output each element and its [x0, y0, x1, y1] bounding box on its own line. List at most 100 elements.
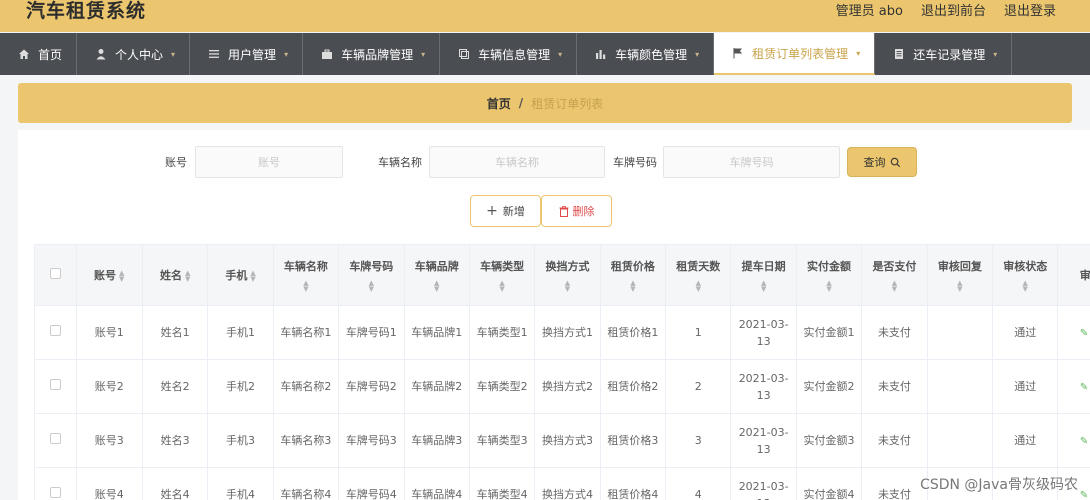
table-cell: 车辆品牌4: [403, 467, 470, 500]
front-page-link[interactable]: 退出到前台: [921, 0, 986, 19]
cell-value: 未支付: [877, 434, 911, 447]
edit-icon: ✎: [1079, 327, 1089, 339]
column-header[interactable]: 账号 ▲ ▼: [75, 244, 143, 306]
column-header[interactable]: 车辆名称 ▲ ▼: [272, 244, 340, 306]
nav-item-2[interactable]: 用户管理 ▾: [190, 33, 304, 75]
column-header-label: 审核: [1079, 269, 1090, 282]
table-cell: 姓名1: [141, 305, 209, 360]
nav-item-4[interactable]: 车辆信息管理 ▾: [440, 33, 578, 75]
nav-item-6[interactable]: 租赁订单列表管理 ▾: [714, 33, 876, 75]
cell-value: 账号3: [94, 434, 124, 447]
sort-icon[interactable]: ▲ ▼: [630, 280, 635, 293]
nav-item-label: 首页: [38, 47, 63, 62]
plate-number-search-input[interactable]: [663, 146, 840, 178]
column-header[interactable]: 姓名 ▲ ▼: [141, 244, 209, 306]
sort-icon[interactable]: ▲ ▼: [696, 280, 701, 293]
table-cell: 2021-03-13: [730, 413, 797, 468]
row-checkbox[interactable]: [49, 379, 61, 390]
cell-value: 车牌号码1: [345, 326, 397, 339]
sort-icon[interactable]: ▲ ▼: [250, 270, 255, 283]
column-header[interactable]: 审核回复 ▲ ▼: [926, 244, 994, 306]
sort-icon[interactable]: ▲ ▼: [826, 280, 831, 293]
nav-item-1[interactable]: 个人中心 ▾: [77, 33, 191, 75]
cell-value: 姓名3: [160, 434, 190, 447]
column-header[interactable]: 车牌号码 ▲ ▼: [338, 244, 405, 306]
column-header[interactable]: 车辆类型 ▲ ▼: [468, 244, 536, 306]
admin-user-link[interactable]: 管理员 abo: [836, 0, 903, 19]
bar-chart-icon: [595, 48, 607, 60]
sort-icon[interactable]: ▲ ▼: [565, 280, 570, 293]
cell-value: 实付金额1: [803, 326, 855, 339]
chevron-down-icon: ▾: [993, 49, 998, 59]
nav-item-label: 车辆颜色管理: [615, 47, 688, 62]
add-button[interactable]: + 新增: [470, 195, 541, 227]
query-button-label: 查询: [863, 156, 886, 169]
nav-item-label: 租赁订单列表管理: [752, 46, 849, 61]
review-action[interactable]: ✎ 审: [1080, 382, 1090, 393]
account-search-input[interactable]: [195, 146, 343, 178]
column-header[interactable]: 提车日期 ▲ ▼: [730, 244, 797, 306]
review-action[interactable]: ✎ 审: [1080, 436, 1090, 447]
table-cell: 车辆名称3: [272, 413, 340, 468]
sort-icon[interactable]: ▲ ▼: [761, 280, 766, 293]
sort-icon[interactable]: ▲ ▼: [957, 280, 962, 293]
nav-item-5[interactable]: 车辆颜色管理 ▾: [577, 33, 715, 75]
table-cell: 未支付: [861, 467, 928, 500]
breadcrumb-home[interactable]: 首页: [487, 95, 511, 112]
column-header[interactable]: 是否支付 ▲ ▼: [861, 244, 928, 306]
table-cell: 实付金额1: [795, 305, 863, 360]
sort-icon[interactable]: ▲ ▼: [892, 280, 897, 293]
nav-item-7[interactable]: 还车记录管理 ▾: [875, 33, 1013, 75]
table-cell: 车辆品牌2: [403, 359, 470, 414]
row-select-cell: [34, 413, 77, 468]
delete-button[interactable]: 删除: [541, 195, 612, 227]
chevron-down-icon: ▾: [284, 49, 289, 59]
table-cell: 车辆名称4: [272, 467, 340, 500]
sort-icon[interactable]: ▲ ▼: [119, 270, 124, 283]
trash-icon: [559, 205, 568, 217]
table-row: 账号3 姓名3 手机3 车辆名称3 车牌号码3 车辆品牌3 车辆类型3 换挡方式3 租赁价格3 3…: [34, 413, 1090, 468]
sort-icon[interactable]: ▲ ▼: [185, 270, 190, 283]
search-icon: [890, 157, 900, 167]
sort-icon[interactable]: ▲ ▼: [434, 280, 439, 293]
sort-icon[interactable]: ▲ ▼: [303, 280, 308, 293]
column-header[interactable]: 审核状态 ▲ ▼: [992, 244, 1059, 306]
cell-value: 租赁价格1: [607, 326, 659, 339]
search-form: 账号 车辆名称 车牌号码 查询: [18, 146, 1090, 178]
row-checkbox[interactable]: [49, 325, 61, 336]
review-action[interactable]: ✎ 审: [1080, 490, 1090, 500]
cell-value: 车辆名称2: [280, 380, 332, 393]
column-header-label: 姓名: [159, 269, 182, 282]
table-cell: 通过: [992, 359, 1059, 414]
sort-icon[interactable]: ▲ ▼: [499, 280, 504, 293]
flag-icon: [732, 47, 744, 59]
table-cell: 2: [665, 359, 732, 414]
cell-value: 账号1: [94, 326, 124, 339]
sort-icon[interactable]: ▲ ▼: [1023, 280, 1028, 293]
row-checkbox[interactable]: [49, 433, 61, 444]
column-header-label: 车辆类型: [480, 260, 525, 273]
chevron-down-icon: ▾: [171, 49, 176, 59]
column-header[interactable]: 换挡方式 ▲ ▼: [534, 244, 601, 306]
select-all-checkbox[interactable]: [49, 268, 61, 279]
cell-value: 通过: [1014, 434, 1037, 447]
sort-icon[interactable]: ▲ ▼: [369, 280, 374, 293]
cell-value: 3: [694, 434, 702, 447]
column-header[interactable]: 租赁价格 ▲ ▼: [599, 244, 667, 306]
nav-item-0[interactable]: 首页: [0, 33, 78, 75]
logout-link[interactable]: 退出登录: [1004, 0, 1056, 19]
nav-item-3[interactable]: 车辆品牌管理 ▾: [303, 33, 441, 75]
column-header[interactable]: 实付金额 ▲ ▼: [795, 244, 863, 306]
column-header[interactable]: 手机 ▲ ▼: [207, 244, 274, 306]
review-action[interactable]: ✎ 审: [1080, 328, 1090, 339]
car-name-search-input[interactable]: [429, 146, 605, 178]
cell-value: 换挡方式2: [541, 380, 593, 393]
column-header[interactable]: 租赁天数 ▲ ▼: [665, 244, 732, 306]
table-cell: 车辆类型4: [468, 467, 536, 500]
column-header[interactable]: 车辆品牌 ▲ ▼: [403, 244, 470, 306]
content-panel: 账号 车辆名称 车牌号码 查询 + 新增 删除 账: [18, 130, 1090, 500]
row-checkbox[interactable]: [49, 487, 61, 498]
cell-value: 车辆类型3: [476, 434, 528, 447]
cell-value: 2: [694, 380, 702, 393]
query-button[interactable]: 查询: [847, 147, 917, 177]
